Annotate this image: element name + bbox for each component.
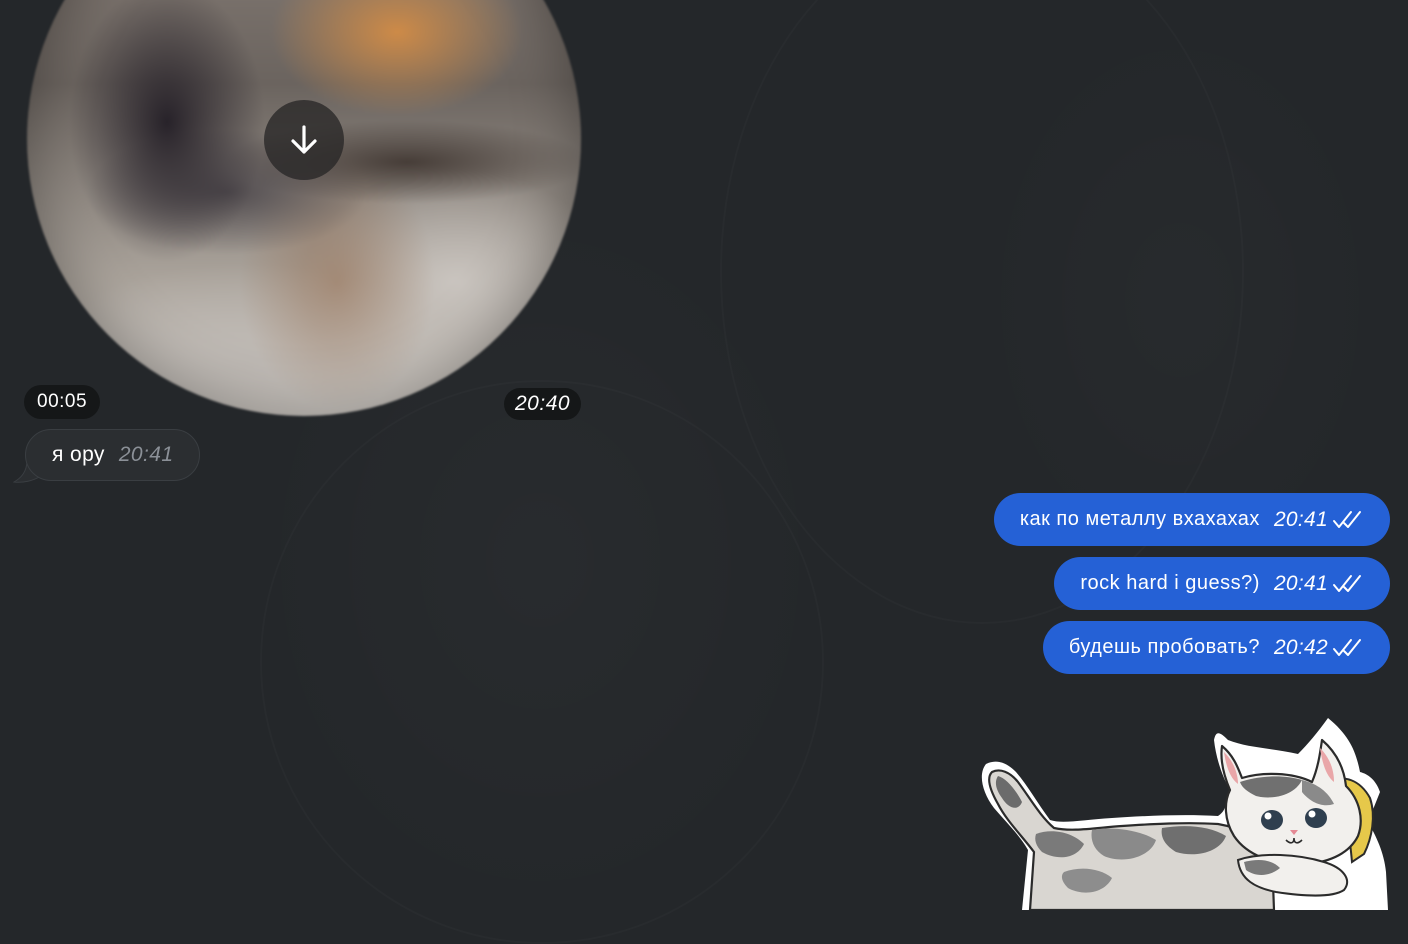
- video-duration-badge: 00:05: [24, 385, 101, 419]
- incoming-message-bubble[interactable]: я ору 20:41: [25, 429, 201, 481]
- outgoing-message-bubble[interactable]: будешь пробовать? 20:42: [1042, 621, 1390, 674]
- message-text: я ору: [52, 443, 105, 466]
- double-check-icon: [1333, 574, 1361, 592]
- message-text: будешь пробовать?: [1068, 636, 1260, 658]
- cat-sticker[interactable]: [972, 712, 1392, 910]
- background-pattern: [260, 380, 824, 944]
- message-time: 20:41: [1273, 507, 1328, 531]
- message-time: 20:41: [118, 443, 174, 466]
- double-check-icon: [1333, 510, 1361, 528]
- message-text: rock hard i guess?): [1080, 572, 1260, 594]
- cat-eye: [1305, 808, 1327, 828]
- outgoing-message-bubble[interactable]: rock hard i guess?) 20:41: [1054, 557, 1390, 610]
- double-check-icon: [1333, 638, 1361, 656]
- message-time: 20:42: [1273, 635, 1328, 659]
- message-time: 20:41: [1273, 571, 1328, 595]
- download-button[interactable]: [264, 100, 344, 180]
- message-meta: 20:42: [1274, 636, 1364, 660]
- outgoing-message-bubble[interactable]: как по металлу вхахахах 20:41: [993, 493, 1390, 546]
- message-text: как по металлу вхахахах: [1019, 508, 1260, 530]
- message-meta: 20:41: [1274, 508, 1364, 532]
- message-meta: 20:41: [1274, 572, 1364, 596]
- cat-eye: [1261, 810, 1283, 830]
- arrow-down-icon: [291, 125, 317, 154]
- video-time-badge: 20:40: [504, 388, 582, 420]
